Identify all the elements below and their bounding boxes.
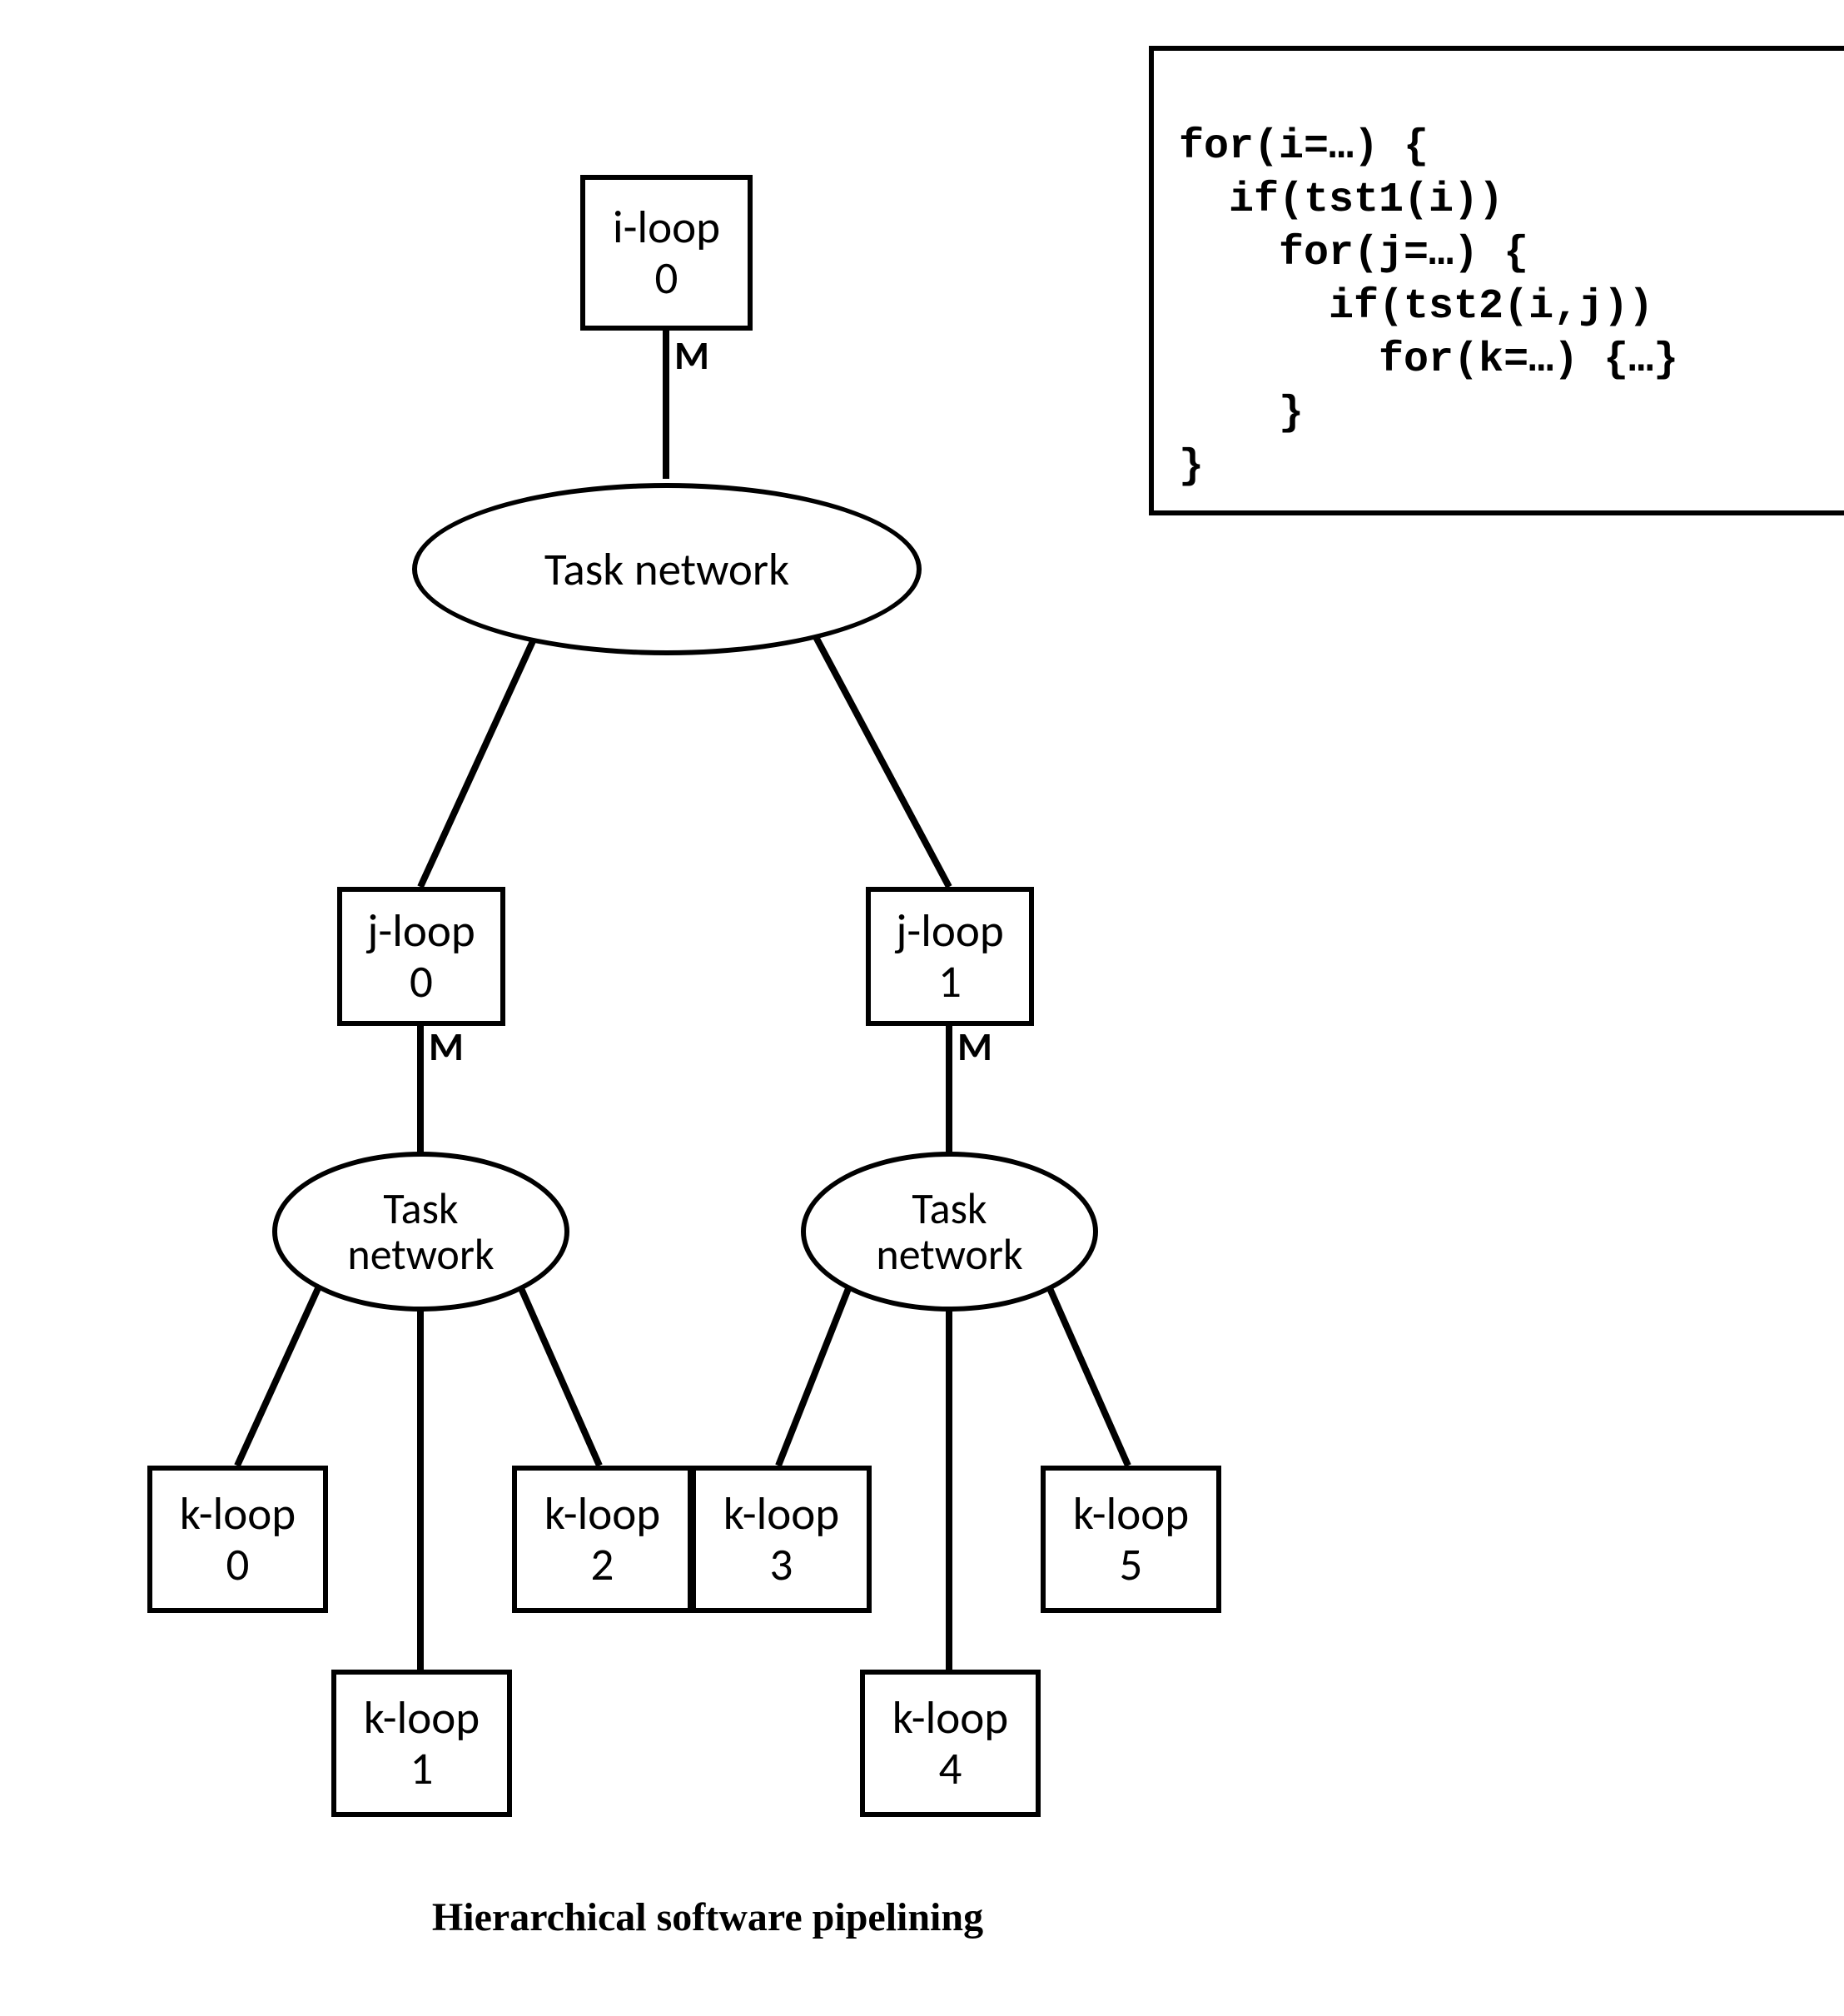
node-label: j-loop — [367, 906, 475, 957]
node-k-loop-5: k-loop 5 — [1041, 1466, 1221, 1613]
task-network-top: Task network — [412, 483, 922, 655]
ellipse-label: network — [876, 1232, 1022, 1277]
node-k-loop-4: k-loop 4 — [860, 1670, 1041, 1817]
node-label: k-loop — [723, 1489, 839, 1540]
node-label: k-loop — [544, 1489, 660, 1540]
node-label: k-loop — [364, 1693, 480, 1744]
node-index: 5 — [1120, 1540, 1143, 1590]
m-label-top: M — [674, 331, 709, 380]
node-index: 2 — [591, 1540, 614, 1590]
node-index: 0 — [655, 253, 678, 304]
figure-caption: Hierarchical software pipelining — [0, 1894, 1415, 1940]
diagram-canvas: for(i=…) { if(tst1(i)) for(j=…) { if(tst… — [0, 0, 1844, 2016]
node-k-loop-2: k-loop 2 — [512, 1466, 693, 1613]
m-label-j0: M — [429, 1022, 464, 1071]
node-label: j-loop — [896, 906, 1004, 957]
node-label: k-loop — [892, 1693, 1008, 1744]
node-index: 3 — [770, 1540, 793, 1590]
node-index: 4 — [939, 1744, 962, 1794]
code-line: } — [1179, 443, 1204, 490]
code-snippet-box: for(i=…) { if(tst1(i)) for(j=…) { if(tst… — [1149, 46, 1844, 515]
node-k-loop-3: k-loop 3 — [691, 1466, 872, 1613]
task-network-right: Task network — [801, 1152, 1098, 1312]
node-index: 1 — [410, 1744, 434, 1794]
code-line: if(tst2(i,j)) — [1179, 283, 1653, 331]
code-line: } — [1179, 390, 1304, 437]
ellipse-label: Task — [383, 1186, 458, 1232]
ellipse-label: network — [347, 1232, 494, 1277]
node-i-loop-0: i-loop 0 — [580, 175, 753, 331]
node-index: 0 — [226, 1540, 250, 1590]
node-label: i-loop — [613, 202, 720, 253]
code-line: for(i=…) { — [1179, 123, 1429, 171]
node-j-loop-0: j-loop 0 — [337, 887, 505, 1026]
ellipse-label: Task — [912, 1186, 987, 1232]
node-j-loop-1: j-loop 1 — [866, 887, 1034, 1026]
code-line: for(j=…) { — [1179, 230, 1528, 277]
ellipse-label: Task network — [544, 545, 789, 594]
node-label: k-loop — [1073, 1489, 1189, 1540]
node-label: k-loop — [180, 1489, 296, 1540]
node-index: 0 — [410, 957, 433, 1008]
code-line: for(k=…) {…} — [1179, 336, 1678, 384]
node-index: 1 — [938, 957, 962, 1008]
m-label-j1: M — [957, 1022, 992, 1071]
task-network-left: Task network — [272, 1152, 569, 1312]
code-line: if(tst1(i)) — [1179, 177, 1504, 224]
node-k-loop-1: k-loop 1 — [331, 1670, 512, 1817]
node-k-loop-0: k-loop 0 — [147, 1466, 328, 1613]
